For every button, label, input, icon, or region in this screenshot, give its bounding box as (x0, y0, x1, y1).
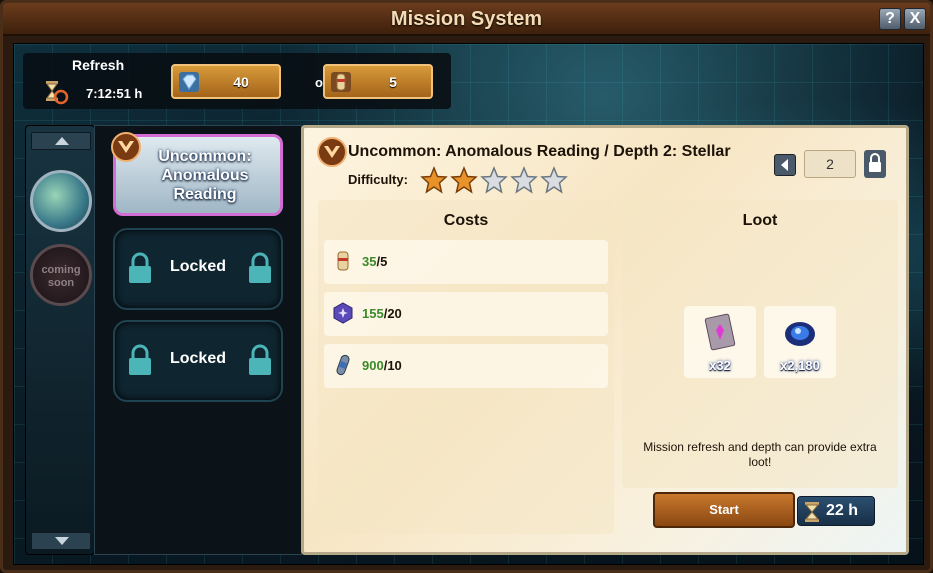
arrow-left-icon (781, 159, 788, 171)
mission-system-window: Mission System ? X Refresh 7:12:51 h 40 … (0, 0, 933, 573)
difficulty-stars (420, 166, 570, 199)
star-filled-icon (420, 166, 448, 194)
mission-card-anomalous-reading[interactable]: Uncommon: Anomalous Reading (111, 132, 283, 216)
refresh-scroll-button[interactable]: 5 (323, 64, 433, 99)
window-title: Mission System (390, 8, 543, 30)
mission-title: Uncommon: Anomalous Reading / Depth 2: S… (348, 143, 731, 160)
planet-stellar[interactable] (30, 170, 92, 232)
refresh-label: Refresh (72, 57, 125, 73)
hourglass-icon (804, 502, 820, 522)
loot-note: Mission refresh and depth can provide ex… (643, 440, 877, 469)
refresh-bar: Refresh 7:12:51 h 40 or 5 (23, 53, 451, 109)
arrow-up-icon (55, 137, 69, 145)
star-filled-icon (450, 166, 478, 194)
scroll-icon (337, 251, 349, 271)
cost-row: 35/5 (324, 240, 608, 284)
help-button[interactable]: ? (879, 8, 901, 30)
rail-scroll-down-button[interactable] (31, 532, 91, 550)
depth-lock-icon[interactable] (864, 150, 886, 178)
costs-heading: Costs (443, 212, 489, 229)
diamond-icon (179, 72, 199, 92)
mission-detail-panel: Uncommon: Anomalous Reading / Depth 2: S… (301, 125, 909, 555)
duration-text: 22 h (826, 502, 859, 519)
mission-list: Uncommon: Anomalous Reading Locked Locke… (94, 125, 302, 555)
mission-card-locked-1: Locked (113, 228, 283, 310)
start-button[interactable]: Start (653, 492, 795, 528)
cost-row: 900/10 (324, 344, 608, 388)
card-shard-icon (704, 313, 736, 351)
star-empty-icon (510, 166, 538, 194)
loot-item[interactable]: x32 (684, 306, 756, 378)
lock-icon (249, 252, 271, 283)
refresh-diamonds-button[interactable]: 40 (171, 64, 281, 99)
hourglass-refresh-icon (46, 81, 69, 105)
scroll-cost: 5 (389, 74, 397, 90)
star-empty-icon (480, 166, 508, 194)
mission-card-label: Uncommon: Anomalous Reading (158, 148, 252, 203)
diamond-cost: 40 (233, 74, 249, 90)
loot-qty: x2,180 (780, 358, 820, 373)
depth-value: 2 (804, 150, 856, 178)
loot-box: Loot x32 x2,180 Mission refresh and dept… (622, 200, 898, 488)
scroll-icon (331, 72, 351, 92)
cost-amount: 900/10 (362, 358, 402, 373)
cost-amount: 155/20 (362, 306, 402, 321)
rail-scroll-up-button[interactable] (31, 132, 91, 150)
mission-card-locked-2: Locked (113, 320, 283, 402)
title-bar: Mission System ? X (3, 3, 930, 36)
loot-qty: x32 (709, 358, 731, 373)
arrow-down-icon (55, 537, 69, 545)
difficulty-label: Difficulty: (348, 172, 408, 187)
costs-box: Costs 35/5 155/20 900/10 (318, 200, 614, 534)
lock-icon (249, 344, 271, 375)
star-empty-icon (540, 166, 568, 194)
cost-row: 155/20 (324, 292, 608, 336)
loot-item[interactable]: x2,180 (764, 306, 836, 378)
coming-soon-label: coming soon (41, 264, 81, 289)
planet-rail: coming soon (25, 125, 95, 555)
depth-decrease-button[interactable] (774, 154, 796, 176)
loot-heading: Loot (742, 212, 778, 229)
hexagon-gem-icon (333, 302, 353, 324)
capsule-icon (336, 354, 350, 376)
refresh-timer: 7:12:51 h (86, 86, 143, 101)
close-button[interactable]: X (904, 8, 926, 30)
planet-coming-soon: coming soon (30, 244, 92, 306)
stellar-dust-icon (785, 322, 815, 346)
mission-duration: 22 h (797, 496, 875, 526)
cost-amount: 35/5 (362, 254, 388, 269)
mission-badge-icon (317, 137, 347, 167)
